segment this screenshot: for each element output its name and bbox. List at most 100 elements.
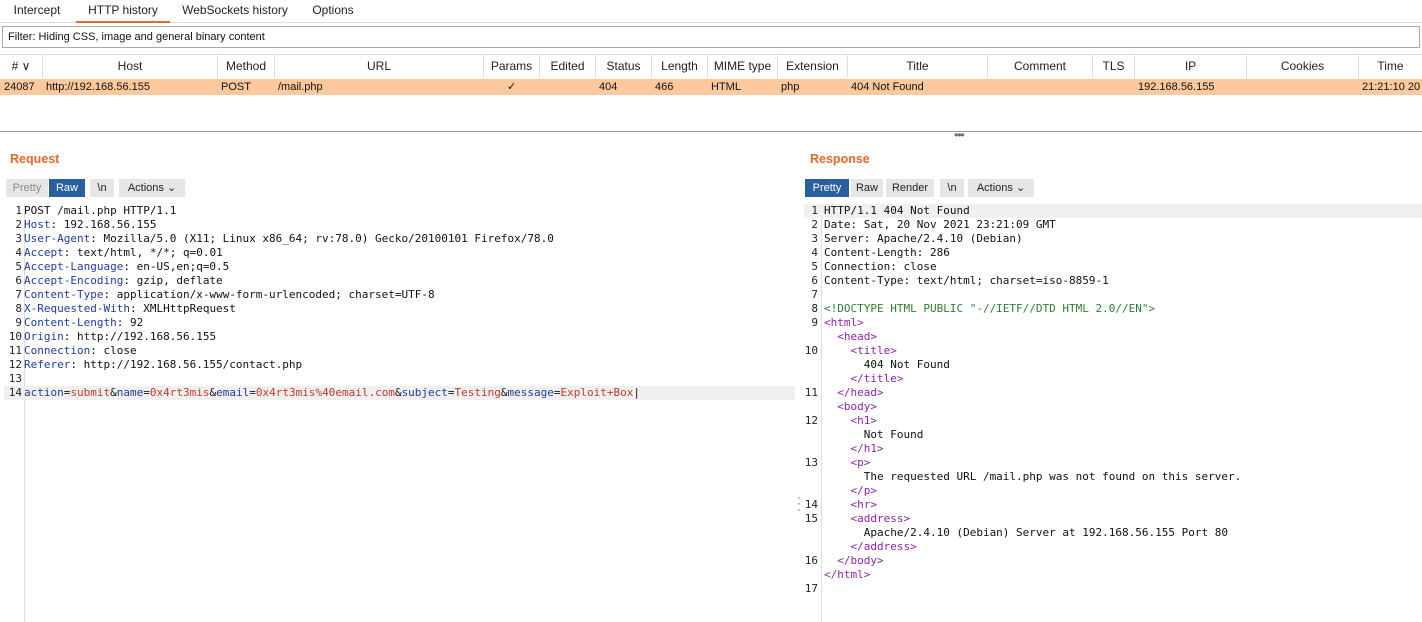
code-line: 8 X-Requested-With: XMLHttpRequest	[4, 302, 795, 316]
code-text: POST /mail.php HTTP/1.1	[24, 204, 176, 218]
col-header-ip[interactable]: IP	[1135, 55, 1247, 78]
col-header-title[interactable]: Title	[848, 55, 988, 78]
response-render-button[interactable]: Render	[886, 179, 934, 197]
param-separator: &	[394, 386, 402, 399]
col-header-edited[interactable]: Edited	[540, 55, 596, 78]
header-name: Accept-Language	[24, 260, 124, 273]
col-header-length[interactable]: Length	[652, 55, 708, 78]
header-name: Host	[24, 218, 51, 231]
request-editor[interactable]: 1 POST /mail.php HTTP/1.1 2 Host: 192.168.5…	[4, 203, 795, 622]
header-name: Connection	[24, 344, 91, 357]
horizontal-split-handle-icon[interactable]: •••	[954, 128, 965, 142]
col-header-host[interactable]: Host	[43, 55, 218, 78]
code-text: </p>	[824, 484, 877, 497]
col-header-mime-type[interactable]: MIME type	[708, 55, 778, 78]
table-row[interactable]: 24087 http://192.168.56.155 POST /mail.p…	[0, 79, 1422, 95]
header-name: User-Agent	[24, 232, 91, 245]
code-line: The requested URL /mail.php was not foun…	[804, 470, 1422, 484]
header-value: : text/html, */*; q=0.01	[63, 246, 223, 259]
param-value: 0x4rt3mis%40email.com	[255, 386, 395, 399]
code-text: </h1>	[824, 442, 884, 455]
response-newline-button[interactable]: \n	[940, 179, 964, 197]
code-text: Apache/2.4.10 (Debian) Server at 192.168…	[824, 526, 1228, 539]
param-value: 0x4rt3mis	[149, 386, 210, 399]
col-header-status[interactable]: Status	[596, 55, 652, 78]
header-name: Accept-Encoding	[24, 274, 124, 287]
code-line: 5 Accept-Language: en-US,en;q=0.5	[4, 260, 795, 274]
line-number: 11	[8, 344, 22, 357]
code-line: Not Found	[804, 428, 1422, 442]
col-header-cookies[interactable]: Cookies	[1247, 55, 1359, 78]
filter-text: Filter: Hiding CSS, image and general bi…	[8, 31, 265, 43]
code-line: 1 POST /mail.php HTTP/1.1	[4, 204, 795, 218]
response-editor[interactable]: 1 HTTP/1.1 404 Not Found 2 Date: Sat, 20 No…	[804, 203, 1422, 622]
tab-options[interactable]: Options	[304, 0, 362, 21]
tab-http-history[interactable]: HTTP history	[76, 0, 170, 23]
request-actions-button[interactable]: Actions ⌄	[119, 179, 185, 197]
param-name: subject	[401, 386, 448, 399]
param-equals: =	[447, 386, 455, 399]
code-text: HTTP/1.1 404 Not Found	[824, 204, 970, 217]
code-text: <!DOCTYPE HTML PUBLIC "-//IETF//DTD HTML…	[824, 302, 1156, 315]
line-number: 1	[15, 204, 22, 217]
sort-chevron-icon: ∨	[21, 59, 31, 73]
header-value: : 192.168.56.155	[50, 218, 157, 231]
header-value: : en-US,en;q=0.5	[123, 260, 230, 273]
code-line: 3 User-Agent: Mozilla/5.0 (X11; Linux x86…	[4, 232, 795, 246]
col-header-method[interactable]: Method	[218, 55, 275, 78]
header-value: : application/x-www-form-urlencoded; cha…	[103, 288, 435, 301]
line-number: 14	[804, 498, 818, 511]
vertical-split-handle-icon[interactable]: · · ·	[797, 491, 801, 515]
col-header-params[interactable]: Params	[484, 55, 540, 78]
request-raw-button[interactable]: Raw	[49, 179, 85, 197]
code-line: 6 Accept-Encoding: gzip, deflate	[4, 274, 795, 288]
col-header-url[interactable]: URL	[275, 55, 484, 78]
cell-length: 466	[655, 81, 674, 93]
response-pretty-button[interactable]: Pretty	[805, 179, 849, 197]
request-newline-button[interactable]: \n	[90, 179, 114, 197]
line-number: 17	[804, 582, 818, 595]
code-line: 12 <h1>	[804, 414, 1422, 428]
col-header-extension[interactable]: Extension	[778, 55, 848, 78]
code-text: </address>	[824, 540, 917, 553]
line-number: 16	[804, 554, 818, 567]
col-header-number[interactable]: # ∨	[0, 55, 43, 78]
code-text: action=submit&name=0x4rt3mis&email=0x4rt…	[24, 386, 640, 400]
code-text: <body>	[824, 400, 877, 413]
line-number: 2	[811, 218, 818, 231]
code-text: User-Agent: Mozilla/5.0 (X11; Linux x86_…	[24, 232, 554, 246]
param-name: action	[24, 386, 64, 399]
col-header-comment[interactable]: Comment	[988, 55, 1093, 78]
response-actions-button[interactable]: Actions ⌄	[968, 179, 1034, 197]
code-line: 8 <!DOCTYPE HTML PUBLIC "-//IETF//DTD HTM…	[804, 302, 1422, 316]
code-line: 9 <html>	[804, 316, 1422, 330]
table-header: # ∨ Host Method URL Params Edited Status…	[0, 54, 1422, 80]
code-text: Referer: http://192.168.56.155/contact.p…	[24, 358, 302, 372]
col-header-time[interactable]: Time	[1359, 55, 1422, 78]
code-line: 4 Content-Length: 286	[804, 246, 1422, 260]
tab-websockets-history[interactable]: WebSockets history	[176, 0, 294, 21]
filter-bar[interactable]: Filter: Hiding CSS, image and general bi…	[2, 26, 1420, 48]
response-raw-button[interactable]: Raw	[851, 179, 883, 197]
code-text: </body>	[824, 554, 884, 567]
header-value: : gzip, deflate	[123, 274, 223, 287]
header-value: : http://192.168.56.155	[63, 330, 217, 343]
request-pretty-button[interactable]: Pretty	[6, 179, 48, 197]
line-number: 10	[804, 344, 818, 357]
code-text: Date: Sat, 20 Nov 2021 23:21:09 GMT	[824, 218, 1056, 231]
cell-ip: 192.168.56.155	[1138, 81, 1215, 93]
header-value: : close	[90, 344, 137, 357]
code-text: <title>	[824, 344, 897, 357]
col-header-tls[interactable]: TLS	[1093, 55, 1135, 78]
code-text: Content-Length: 286	[824, 246, 950, 259]
code-line: 7 Content-Type: application/x-www-form-ur…	[4, 288, 795, 302]
code-line: 7	[804, 288, 1422, 302]
code-line: </title>	[804, 372, 1422, 386]
header-value: : 92	[116, 316, 144, 329]
code-line: </p>	[804, 484, 1422, 498]
code-line: 9 Content-Length: 92	[4, 316, 795, 330]
request-panel-title: Request	[10, 152, 60, 166]
code-line: 17	[804, 582, 1422, 596]
line-number: 2	[15, 218, 22, 231]
tab-intercept[interactable]: Intercept	[6, 0, 68, 21]
